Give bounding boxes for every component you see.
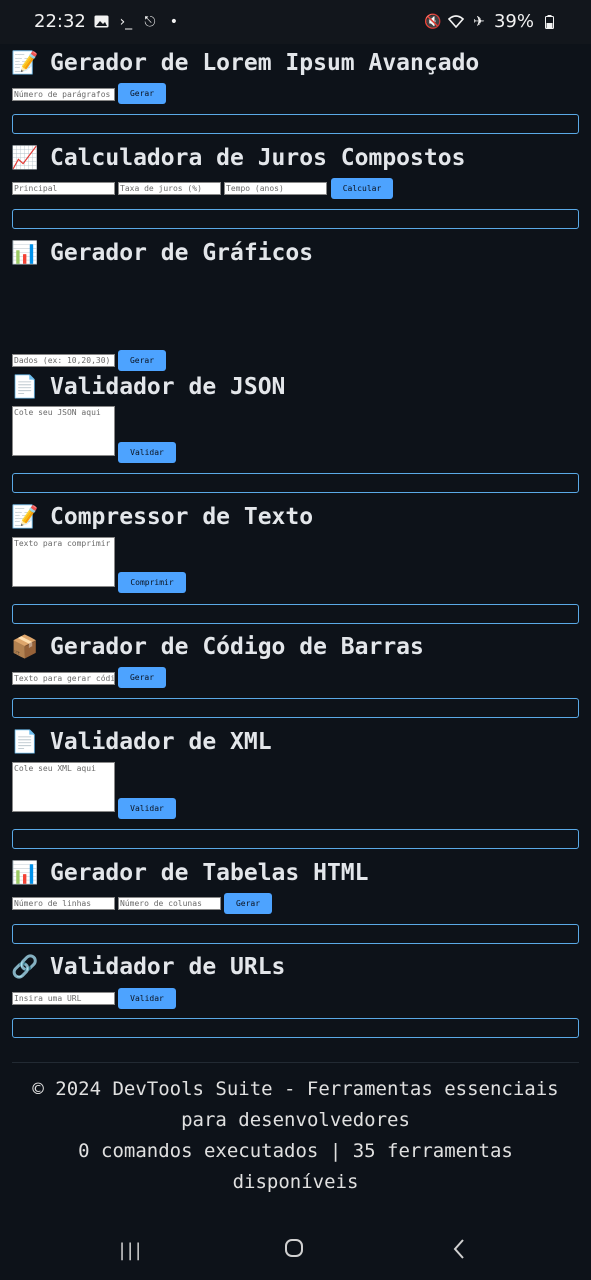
status-time: 22:32 — [34, 11, 86, 32]
section-title-tabelas: 📊 Gerador de Tabelas HTML — [11, 860, 369, 886]
chart-up-icon: 📈 — [11, 145, 39, 171]
recent-apps-icon[interactable]: ||| — [119, 1240, 143, 1261]
json-result — [12, 473, 579, 493]
battery-level: 39% — [493, 11, 534, 32]
barcode-generate-button[interactable]: Gerar — [118, 667, 166, 688]
barcode-result — [12, 698, 579, 718]
barcode-text-input[interactable]: Texto para gerar código — [12, 672, 115, 685]
compressor-result — [12, 604, 579, 624]
section-title-text: Gerador de Gráficos — [50, 240, 314, 266]
bar-chart-icon: 📊 — [11, 860, 39, 886]
calculate-button[interactable]: Calcular — [331, 178, 393, 199]
footer-divider — [12, 1062, 579, 1063]
lorem-result — [12, 114, 579, 134]
rows-input[interactable]: Número de linhas — [12, 897, 115, 910]
section-title-xml: 📄 Validador de XML — [11, 729, 272, 755]
json-textarea[interactable]: Cole seu JSON aqui — [12, 406, 115, 456]
home-icon[interactable] — [284, 1238, 304, 1262]
section-title-text: Gerador de Lorem Ipsum Avançado — [50, 50, 480, 76]
page-icon: 📄 — [11, 729, 39, 755]
columns-input[interactable]: Número de colunas — [118, 897, 221, 910]
interest-rate-input[interactable]: Taxa de juros (%) — [118, 182, 221, 195]
xml-textarea[interactable]: Cole seu XML aqui — [12, 762, 115, 812]
section-title-barras: 📦 Gerador de Código de Barras — [11, 634, 424, 660]
xml-result — [12, 829, 579, 849]
section-title-text: Validador de URLs — [50, 954, 286, 980]
section-title-lorem: 📝 Gerador de Lorem Ipsum Avançado — [11, 50, 480, 76]
airplane-icon: ✈ — [473, 13, 485, 30]
back-icon[interactable] — [452, 1238, 466, 1264]
wifi-icon — [447, 14, 464, 30]
json-validate-button[interactable]: Validar — [118, 442, 176, 463]
page-icon: 📄 — [11, 374, 39, 400]
footer: © 2024 DevTools Suite - Ferramentas esse… — [12, 1074, 579, 1198]
chart-data-input[interactable]: Dados (ex: 10,20,30) — [12, 354, 115, 367]
section-title-graficos: 📊 Gerador de Gráficos — [11, 240, 314, 266]
lorem-generate-button[interactable]: Gerar — [118, 83, 166, 104]
section-title-text: Gerador de Código de Barras — [50, 634, 424, 660]
url-input[interactable]: Insira uma URL — [12, 992, 115, 1005]
section-title-urls: 🔗 Validador de URLs — [11, 954, 286, 980]
link-icon: 🔗 — [11, 954, 39, 980]
compress-button[interactable]: Comprimir — [118, 572, 186, 593]
navigation-bar: ||| — [0, 1224, 591, 1280]
section-title-text: Calculadora de Juros Compostos — [50, 145, 466, 171]
dot-icon: • — [169, 13, 178, 30]
section-title-text: Validador de XML — [50, 729, 272, 755]
chart-generate-button[interactable]: Gerar — [118, 350, 166, 371]
principal-input[interactable]: Principal — [12, 182, 115, 195]
mute-icon: 🔇 — [424, 13, 442, 30]
bar-chart-icon: 📊 — [11, 240, 39, 266]
image-icon — [94, 14, 110, 30]
section-title-text: Compressor de Texto — [50, 504, 314, 530]
paragraphs-input[interactable]: Número de parágrafos — [12, 88, 115, 101]
section-title-compressor: 📝 Compressor de Texto — [11, 504, 314, 530]
url-result — [12, 1018, 579, 1038]
juros-result — [12, 209, 579, 229]
footer-copyright: © 2024 DevTools Suite - Ferramentas esse… — [32, 1078, 559, 1131]
terminal-icon: ›_ — [119, 13, 133, 30]
status-bar: 22:32 ›_ ⎋ • 🔇 ✈ 39% — [0, 0, 591, 44]
memo-icon: 📝 — [11, 504, 39, 530]
section-title-json: 📄 Validador de JSON — [11, 374, 286, 400]
table-generate-button[interactable]: Gerar — [224, 893, 272, 914]
section-title-text: Validador de JSON — [50, 374, 286, 400]
section-title-text: Gerador de Tabelas HTML — [50, 860, 369, 886]
table-result — [12, 924, 579, 944]
battery-icon — [541, 14, 557, 30]
section-title-juros: 📈 Calculadora de Juros Compostos — [11, 145, 466, 171]
memo-icon: 📝 — [11, 50, 39, 76]
compress-textarea[interactable]: Texto para comprimir — [12, 537, 115, 587]
package-icon: 📦 — [11, 634, 39, 660]
time-years-input[interactable]: Tempo (anos) — [224, 182, 327, 195]
footer-stats: 0 comandos executados | 35 ferramentas d… — [78, 1140, 513, 1193]
xml-validate-button[interactable]: Validar — [118, 798, 176, 819]
url-validate-button[interactable]: Validar — [118, 988, 176, 1009]
share-icon: ⎋ — [144, 13, 156, 30]
